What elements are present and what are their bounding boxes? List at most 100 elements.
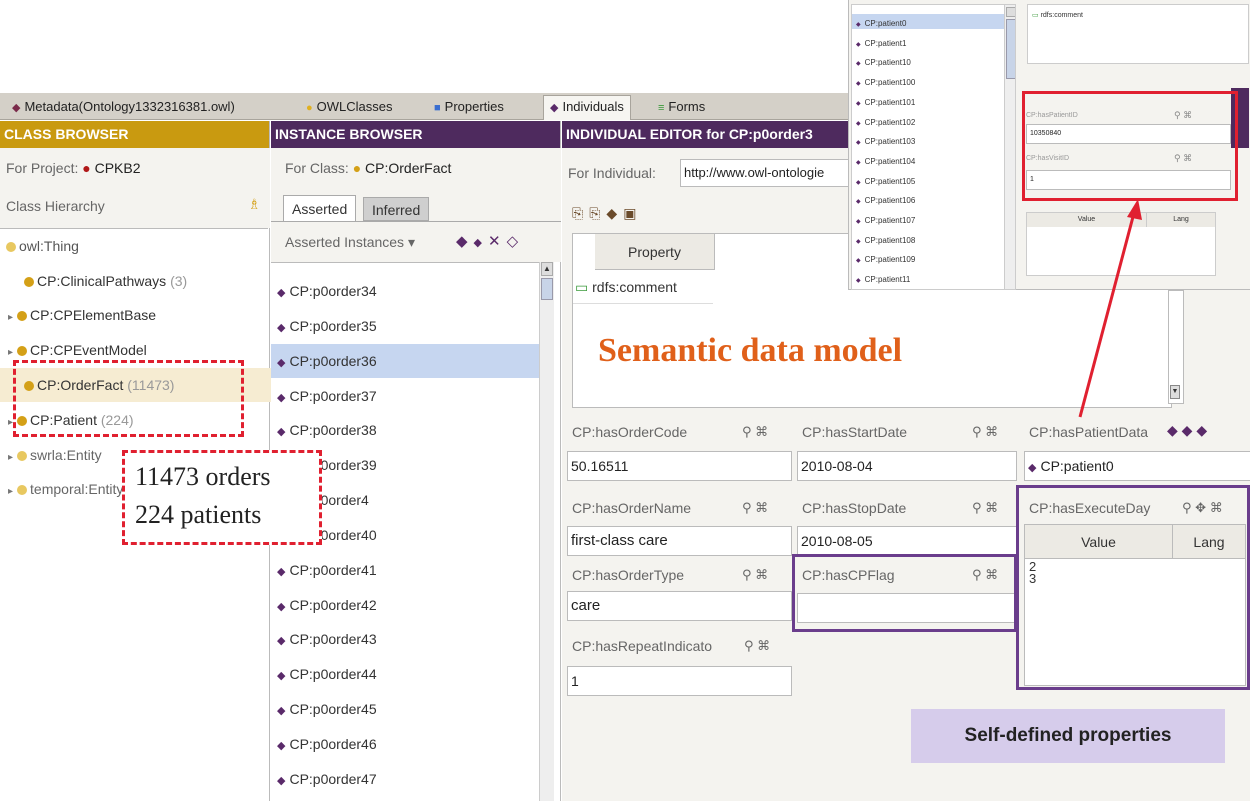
- remove-icon[interactable]: ⌘: [985, 500, 998, 515]
- list-item[interactable]: ◆ CP:p0order43: [271, 622, 377, 656]
- remove-icon[interactable]: ⌘: [755, 567, 768, 582]
- expand-arrow-icon[interactable]: ▸: [8, 486, 13, 497]
- start-date-label: CP:hasStartDate: [802, 424, 908, 440]
- list-item[interactable]: ◆ CP:patient0: [856, 15, 915, 35]
- search-icon[interactable]: ⚲: [744, 638, 754, 653]
- tab-metadata[interactable]: ◆ Metadata(Ontology1332316381.owl): [6, 96, 241, 118]
- start-date-field[interactable]: 2010-08-04: [797, 451, 1017, 481]
- tab-individuals[interactable]: ◆ Individuals: [543, 95, 631, 120]
- list-item-label: CP:p0order45: [289, 701, 377, 717]
- list-item[interactable]: ◆ CP:patient109: [856, 251, 915, 271]
- scroll-down-arrow-icon[interactable]: ▼: [1170, 385, 1180, 399]
- order-type-field[interactable]: care: [567, 591, 792, 621]
- save-icon[interactable]: ▣: [623, 205, 642, 221]
- list-item[interactable]: ◆ CP:patient104: [856, 153, 915, 173]
- expand-arrow-icon[interactable]: ▸: [8, 347, 13, 358]
- individual-uri-field[interactable]: http://www.owl-ontologie: [680, 159, 855, 187]
- popup-property-row[interactable]: ▭ rdfs:comment: [1032, 11, 1083, 19]
- list-item[interactable]: ◆ CP:p0order37: [271, 379, 377, 413]
- list-item[interactable]: ◆ CP:patient11: [856, 271, 915, 289]
- list-item[interactable]: ◆ CP:p0order44: [271, 657, 377, 691]
- tab-forms[interactable]: ≡ Forms: [652, 96, 711, 118]
- list-item[interactable]: ◆ CP:patient107: [856, 212, 915, 232]
- asserted-instances-bar: Asserted Instances ▾ ◆◆✕◇: [271, 221, 561, 262]
- diamond-icon[interactable]: ◆: [606, 205, 623, 221]
- property-row[interactable]: ▭ rdfs:comment: [573, 270, 713, 304]
- search-icon[interactable]: ⚲: [972, 500, 982, 515]
- copy-individual-icon[interactable]: ⎘: [589, 205, 606, 221]
- edit-instance-icon[interactable]: ◇: [507, 233, 525, 250]
- add-value-icon[interactable]: ◆: [1167, 422, 1178, 438]
- remove-icon[interactable]: ⌘: [985, 424, 998, 439]
- stop-date-field[interactable]: 2010-08-05: [797, 526, 1017, 556]
- tree-item-owl-thing[interactable]: owl:Thing: [0, 229, 79, 263]
- remove-icon[interactable]: ⌘: [755, 500, 768, 515]
- tab-asserted[interactable]: Asserted: [283, 195, 357, 221]
- tree-item-temporal-entity[interactable]: ▸ temporal:Entity: [0, 472, 123, 506]
- list-item[interactable]: ◆ CP:patient103: [856, 133, 915, 153]
- tree-item-swrla-entity[interactable]: ▸ swrla:Entity: [0, 438, 102, 472]
- semantic-scrollbar[interactable]: ▼: [1168, 290, 1184, 404]
- search-icon[interactable]: ⚲: [742, 500, 752, 515]
- find-class-icon[interactable]: ♗: [248, 196, 261, 213]
- list-item[interactable]: ◆ CP:p0order47: [271, 762, 377, 796]
- repeat-indicator-field[interactable]: 1: [567, 666, 792, 696]
- list-item[interactable]: ◆ CP:patient1: [856, 35, 915, 55]
- asserted-instances-dropdown[interactable]: Asserted Instances ▾: [285, 234, 415, 251]
- list-item[interactable]: ◆ CP:p0order34: [271, 274, 377, 308]
- list-item[interactable]: ◆ CP:p0order38: [271, 413, 377, 447]
- execute-day-highlight: [1016, 485, 1250, 690]
- scroll-thumb[interactable]: [1006, 19, 1015, 79]
- search-icon[interactable]: ⚲: [972, 424, 982, 439]
- tab-owlclasses[interactable]: ● OWLClasses: [300, 96, 399, 118]
- list-item[interactable]: ◆ CP:p0order41: [271, 553, 377, 587]
- list-item[interactable]: ◆ CP:patient101: [856, 94, 915, 114]
- list-item[interactable]: ◆ CP:p0order46: [271, 727, 377, 761]
- scroll-up-arrow-icon[interactable]: [1006, 7, 1015, 17]
- instance-actions: ◆◆✕◇: [456, 232, 524, 250]
- list-item[interactable]: ◆ CP:patient106: [856, 192, 915, 212]
- forms-icon: ≡: [658, 102, 665, 114]
- patient-list-scrollbar[interactable]: [1004, 5, 1015, 289]
- list-item[interactable]: ◆ CP:patient100: [856, 74, 915, 94]
- list-item[interactable]: ◆ CP:p0order35: [271, 309, 377, 343]
- scroll-thumb[interactable]: [541, 278, 553, 300]
- tab-properties[interactable]: ■ Properties: [428, 96, 510, 118]
- instance-diamond-icon: ◆: [856, 61, 861, 68]
- search-icon[interactable]: ⚲: [742, 567, 752, 582]
- delete-instance-icon[interactable]: ✕: [488, 233, 507, 250]
- list-item[interactable]: ◆ CP:p0order45: [271, 692, 377, 726]
- order-name-field[interactable]: first-class care: [567, 526, 792, 556]
- create-value-icon[interactable]: ◆: [1182, 422, 1193, 438]
- add-instance-icon[interactable]: ◆: [474, 237, 488, 249]
- remove-icon[interactable]: ⌘: [755, 424, 768, 439]
- search-icon[interactable]: ⚲: [742, 424, 752, 439]
- remove-icon[interactable]: ⌘: [757, 638, 770, 653]
- lang-column-header: Lang: [1147, 213, 1215, 227]
- order-name-label: CP:hasOrderName: [572, 500, 692, 516]
- counts-annotation: 11473 orders 224 patients: [122, 450, 322, 545]
- list-item[interactable]: ◆ CP:patient10: [856, 54, 915, 74]
- tab-inferred[interactable]: Inferred: [363, 197, 430, 221]
- expand-arrow-icon[interactable]: ▸: [8, 312, 13, 323]
- instance-diamond-icon: ◆: [856, 81, 861, 88]
- self-defined-properties-label: Self-defined properties: [911, 709, 1225, 763]
- list-item-selected[interactable]: ◆ CP:p0order36: [271, 344, 545, 378]
- new-individual-icon[interactable]: ⎘: [572, 205, 589, 221]
- scroll-up-arrow-icon[interactable]: ▲: [541, 262, 553, 276]
- instance-list-scrollbar[interactable]: ▲: [539, 262, 554, 801]
- create-instance-icon[interactable]: ◆: [456, 233, 474, 250]
- patient-data-field[interactable]: ◆ CP:patient0: [1024, 451, 1250, 481]
- list-item[interactable]: ◆ CP:patient105: [856, 173, 915, 193]
- instance-diamond-icon: ◆: [856, 100, 861, 107]
- remove-value-icon[interactable]: ◆: [1196, 422, 1207, 438]
- list-item[interactable]: ◆ CP:patient102: [856, 114, 915, 134]
- tree-item-cpelementbase[interactable]: ▸ CP:CPElementBase: [0, 298, 156, 332]
- tree-item-clinicalpathways[interactable]: CP:ClinicalPathways (3): [0, 264, 187, 298]
- instance-diamond-icon: ◆: [277, 775, 286, 787]
- list-item[interactable]: ◆ CP:p0order42: [271, 588, 377, 622]
- list-item[interactable]: ◆ CP:patient108: [856, 232, 915, 252]
- instance-diamond-icon: ◆: [856, 120, 861, 127]
- expand-arrow-icon[interactable]: ▸: [8, 452, 13, 463]
- order-code-field[interactable]: 50.16511: [567, 451, 792, 481]
